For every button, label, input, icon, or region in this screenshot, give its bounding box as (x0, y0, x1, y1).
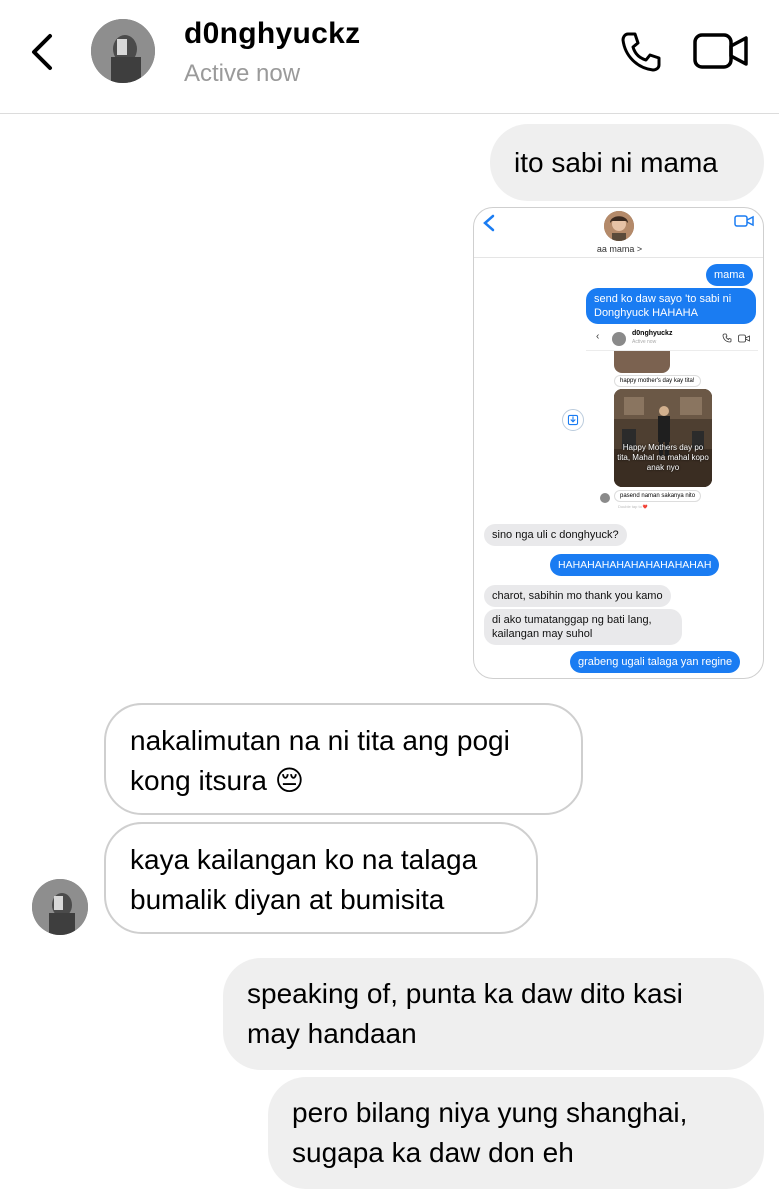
nested-video-icon (738, 334, 750, 343)
embedded-contact-name: aa mama > (596, 244, 643, 254)
nested-screenshot: ‹ d0nghyuckz Active now happy mother's d… (586, 327, 758, 513)
embedded-msg: di ako tumatanggap ng bati lang, kailang… (484, 609, 682, 645)
embedded-video-icon (734, 215, 754, 227)
phone-call-icon[interactable] (619, 30, 663, 74)
nested-photo-caption: Happy Mothers day po tita, Mahal na maha… (617, 443, 709, 472)
nested-msg: happy mother's day kay tita! (614, 375, 701, 387)
chat-header: d0nghyuckz Active now (0, 0, 779, 114)
nested-name: d0nghyuckz (632, 330, 673, 337)
message-bubble-incoming[interactable]: kaya kailangan ko na talaga bumalik diya… (104, 822, 538, 934)
message-bubble-outgoing[interactable]: speaking of, punta ka daw dito kasi may … (223, 958, 764, 1070)
message-bubble-outgoing[interactable]: pero bilang niya yung shanghai, sugapa k… (268, 1077, 764, 1189)
embedded-msg: mama (706, 264, 753, 286)
back-chevron-icon[interactable] (28, 30, 58, 74)
nested-back-icon: ‹ (596, 331, 600, 342)
nested-photo-courtroom: Happy Mothers day po tita, Mahal na maha… (614, 389, 712, 487)
nested-status: Active now (632, 339, 657, 345)
nested-phone-icon (722, 333, 732, 343)
download-icon (562, 409, 584, 431)
active-status: Active now (184, 60, 301, 87)
embedded-avatar (604, 211, 634, 241)
nested-avatar-small (600, 493, 610, 503)
nested-photo (614, 351, 670, 373)
nested-msg: pasend naman sakanya nito (614, 490, 702, 502)
sender-avatar[interactable] (32, 879, 88, 935)
contact-avatar[interactable] (91, 19, 155, 83)
nested-reaction-hint: Double tap to ❤️ (618, 504, 648, 509)
nested-avatar (612, 332, 626, 346)
contact-name[interactable]: d0nghyuckz (184, 17, 360, 51)
embedded-msg: grabeng ugali talaga yan regine (570, 651, 741, 673)
nested-header: ‹ d0nghyuckz Active now (586, 327, 758, 351)
embedded-header: aa mama > (474, 208, 763, 258)
shared-screenshot-image[interactable]: aa mama > mama send ko daw sayo 'to sabi… (473, 207, 764, 679)
message-bubble-incoming[interactable]: nakalimutan na ni tita ang pogi kong its… (104, 703, 583, 815)
embedded-back-icon (483, 214, 495, 232)
embedded-msg: charot, sabihin mo thank you kamo (484, 585, 671, 607)
embedded-msg: send ko daw sayo 'to sabi ni Donghyuck H… (586, 288, 756, 324)
embedded-msg: sino nga uli c donghyuck? (484, 524, 627, 546)
embedded-msg: HAHAHAHAHAHAHAHAHAHAH (550, 554, 720, 576)
message-bubble-outgoing[interactable]: ito sabi ni mama (490, 124, 764, 201)
video-call-icon[interactable] (693, 32, 749, 70)
